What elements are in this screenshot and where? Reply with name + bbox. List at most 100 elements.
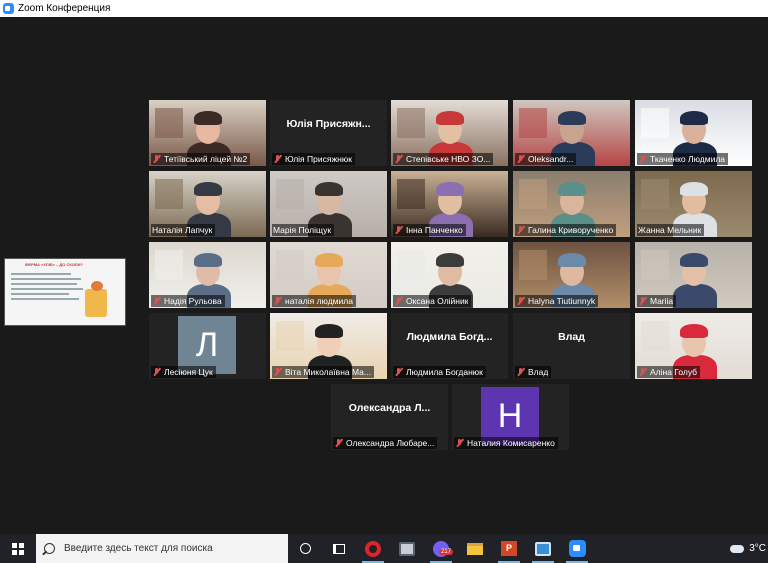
participant-tile[interactable]: Людмила Богд... Людмила Богданюк [391, 313, 508, 379]
participant-tile[interactable]: Л Лесіюня Цук [149, 313, 266, 379]
meeting-gallery: ФЕРМА «ХЛІБ» – ДО СКОЛИ? Тетіївський ліц… [0, 17, 768, 534]
participant-name: Людмила Богданюк [406, 367, 483, 377]
participant-name-label: Оксана Олійник [393, 295, 472, 307]
participant-name-label: Лесіюня Цук [151, 366, 216, 378]
opera-taskbar-button[interactable] [356, 534, 390, 563]
start-button[interactable] [0, 534, 36, 563]
participant-tile[interactable]: Halyna Tiutiunnyk [513, 242, 630, 308]
windows-icon [12, 542, 24, 555]
taskbar: Введите здесь текст для поиска 217 P 3°C [0, 534, 768, 563]
participant-name-label: Аліна Голуб [637, 366, 701, 378]
participant-name-label: Влад [515, 366, 552, 378]
participant-name-label: Oleksandr... [515, 153, 577, 165]
explorer-taskbar-button[interactable] [458, 534, 492, 563]
muted-mic-icon [394, 296, 403, 306]
muted-mic-icon [455, 438, 464, 448]
muted-mic-icon [334, 438, 343, 448]
muted-mic-icon [638, 154, 647, 164]
folder-icon [467, 542, 483, 555]
participant-tile[interactable]: Надія Рульова [149, 242, 266, 308]
muted-mic-icon [516, 154, 525, 164]
participant-tile[interactable]: Влад Влад [513, 313, 630, 379]
participant-tile[interactable]: Віта Миколаївна Ма... [270, 313, 387, 379]
participant-name: Тетіївський ліцей №2 [164, 154, 248, 164]
generic-app-icon [399, 541, 415, 556]
cortana-button[interactable] [288, 534, 322, 563]
participant-name-label: Наталія Лапчук [151, 224, 216, 236]
zoom-app-icon [3, 3, 14, 14]
participant-name-label: Тетіївський ліцей №2 [151, 153, 251, 165]
weather-temperature[interactable]: 3°C [749, 543, 766, 554]
participant-tile[interactable]: Марія Поліщук [270, 171, 387, 237]
muted-mic-icon [638, 367, 647, 377]
window-title: Zoom Конференция [18, 3, 111, 14]
participant-name-label: Віта Миколаївна Ма... [272, 366, 374, 378]
muted-mic-icon [516, 225, 525, 235]
participant-name-label: Галина Криворученко [515, 224, 617, 236]
participant-name: Halyna Tiutiunnyk [528, 296, 596, 306]
participant-name: Марія Поліщук [273, 225, 332, 235]
generic-app2-icon [535, 541, 551, 556]
participant-tile[interactable]: Степівське НВО ЗО... [391, 100, 508, 166]
taskbar-search-box[interactable]: Введите здесь текст для поиска [36, 534, 288, 563]
participant-name-label: Halyna Tiutiunnyk [515, 295, 599, 307]
participant-name-label: Наталия Комисаренко [454, 437, 558, 449]
participant-name-label: наталія людмила [272, 295, 356, 307]
participant-name: Ткаченко Людмила [650, 154, 726, 164]
cortana-icon [299, 543, 311, 554]
participant-name-label: Mariia [637, 295, 677, 307]
task-view-icon [333, 543, 345, 554]
participant-name-label: Інна Панченко [393, 224, 466, 236]
participant-tile[interactable]: Інна Панченко [391, 171, 508, 237]
participant-tile[interactable]: Mariia [635, 242, 752, 308]
participant-tile[interactable]: Тетіївський ліцей №2 [149, 100, 266, 166]
participant-tile[interactable]: Оксана Олійник [391, 242, 508, 308]
participant-name-label: Олександра Любаре... [333, 437, 438, 449]
participant-tile[interactable]: Олександра Л... Олександра Любаре... [331, 384, 448, 450]
search-icon [44, 543, 55, 554]
participant-tile[interactable]: наталія людмила [270, 242, 387, 308]
participant-name-label: Надія Рульова [151, 295, 225, 307]
participant-tile[interactable]: Галина Криворученко [513, 171, 630, 237]
participant-name: Степівське НВО ЗО... [406, 154, 491, 164]
participant-display-name: Юлія Присяжн... [286, 118, 371, 130]
participant-tile[interactable]: Жанна Мельник [635, 171, 752, 237]
participant-name: Юлія Присяжнюк [285, 154, 352, 164]
participant-name: Влад [528, 367, 549, 377]
participant-name: Галина Криворученко [528, 225, 614, 235]
title-bar: Zoom Конференция [0, 0, 768, 17]
zoom-taskbar-button[interactable] [560, 534, 594, 563]
weather-cloud-icon[interactable] [730, 544, 745, 553]
participant-name-label: Степівське НВО ЗО... [393, 153, 494, 165]
viber-taskbar-button[interactable]: 217 [424, 534, 458, 563]
muted-mic-icon [273, 296, 282, 306]
participant-name: Mariia [650, 296, 674, 306]
participant-tile[interactable]: Ткаченко Людмила [635, 100, 752, 166]
participant-name: наталія людмила [285, 296, 353, 306]
participant-name: Надія Рульова [164, 296, 222, 306]
generic-app-taskbar-button[interactable] [390, 534, 424, 563]
powerpoint-icon: P [501, 541, 517, 556]
participant-name: Олександра Любаре... [346, 438, 435, 448]
powerpoint-taskbar-button[interactable]: P [492, 534, 526, 563]
generic-app2-taskbar-button[interactable] [526, 534, 560, 563]
muted-mic-icon [273, 367, 282, 377]
participant-tile[interactable]: Юлія Присяжн... Юлія Присяжнюк [270, 100, 387, 166]
participant-tile[interactable]: Аліна Голуб [635, 313, 752, 379]
participant-tile[interactable]: Oleksandr... [513, 100, 630, 166]
shared-screen-title: ФЕРМА «ХЛІБ» – ДО СКОЛИ? [25, 262, 83, 267]
task-view-button[interactable] [322, 534, 356, 563]
participant-name-label: Ткаченко Людмила [637, 153, 729, 165]
muted-mic-icon [152, 154, 161, 164]
participant-display-name: Людмила Богд... [406, 331, 493, 343]
participant-name: Лесіюня Цук [164, 367, 213, 377]
muted-mic-icon [273, 154, 282, 164]
shared-screen-thumbnail[interactable]: ФЕРМА «ХЛІБ» – ДО СКОЛИ? [4, 258, 126, 326]
viber-badge: 217 [438, 549, 453, 555]
participant-tile[interactable]: Н Наталия Комисаренко [452, 384, 569, 450]
system-tray: 3°C [730, 534, 768, 563]
participant-tile[interactable]: Наталія Лапчук [149, 171, 266, 237]
participant-display-name: Влад [558, 331, 585, 343]
muted-mic-icon [516, 367, 525, 377]
muted-mic-icon [394, 154, 403, 164]
